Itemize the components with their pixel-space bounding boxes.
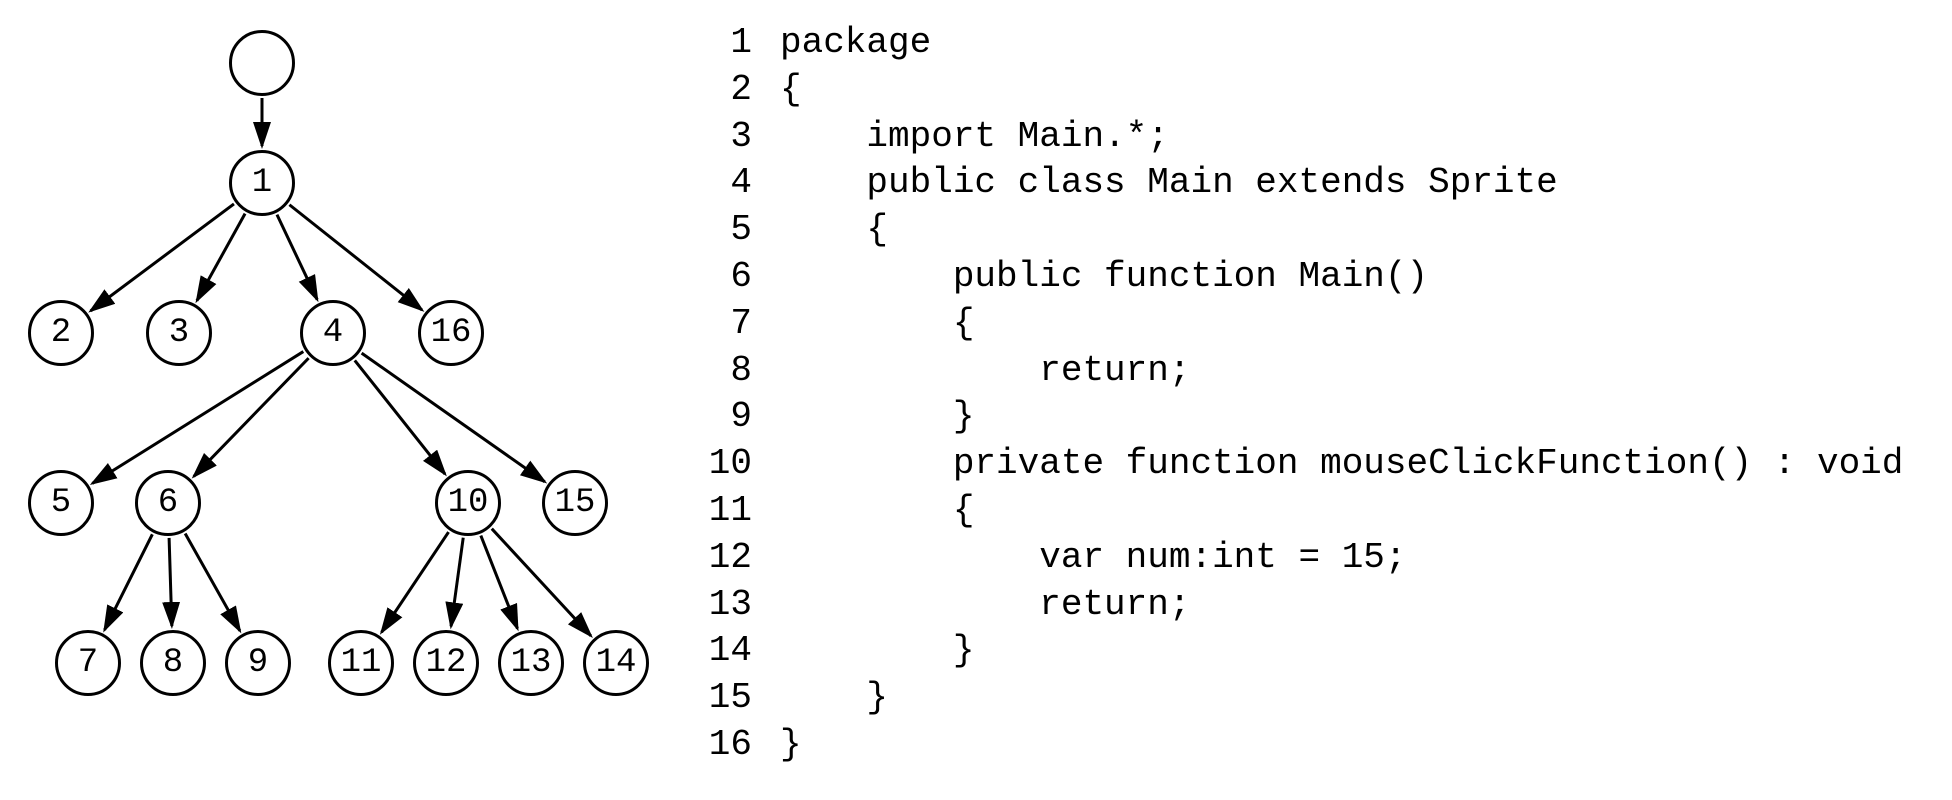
tree-node-n8: 8 xyxy=(140,630,206,696)
line-number: 11 xyxy=(690,488,780,535)
code-text: { xyxy=(780,488,974,535)
line-number: 10 xyxy=(690,441,780,488)
code-line: 12 var num:int = 15; xyxy=(690,535,1942,582)
line-number: 8 xyxy=(690,348,780,395)
tree-node-n2: 2 xyxy=(28,300,94,366)
tree-node-root xyxy=(229,30,295,96)
code-text: package xyxy=(780,20,931,67)
tree-node-n4: 4 xyxy=(300,300,366,366)
tree-node-n6: 6 xyxy=(135,470,201,536)
code-line: 4 public class Main extends Sprite xyxy=(690,160,1942,207)
tree-node-n12: 12 xyxy=(413,630,479,696)
line-number: 7 xyxy=(690,301,780,348)
code-text: public class Main extends Sprite xyxy=(780,160,1558,207)
tree-node-n10: 10 xyxy=(435,470,501,536)
tree-node-n13: 13 xyxy=(498,630,564,696)
code-text: { xyxy=(780,67,802,114)
tree-edge xyxy=(362,353,545,482)
tree-edge xyxy=(355,360,445,474)
code-text: var num:int = 15; xyxy=(780,535,1407,582)
tree-edge xyxy=(277,215,317,300)
code-text: { xyxy=(780,301,974,348)
tree-edge xyxy=(91,204,234,311)
code-text: return; xyxy=(780,348,1190,395)
tree-node-n9: 9 xyxy=(225,630,291,696)
code-text: public function Main() xyxy=(780,254,1428,301)
code-line: 10 private function mouseClickFunction()… xyxy=(690,441,1942,488)
code-line: 7 { xyxy=(690,301,1942,348)
tree-edge xyxy=(185,534,240,631)
line-number: 16 xyxy=(690,722,780,769)
tree-node-n15: 15 xyxy=(542,470,608,536)
tree-node-n3: 3 xyxy=(146,300,212,366)
code-text: } xyxy=(780,675,888,722)
code-text: } xyxy=(780,722,802,769)
code-text: import Main.*; xyxy=(780,114,1169,161)
tree-edge xyxy=(105,534,153,630)
line-number: 9 xyxy=(690,394,780,441)
tree-edge xyxy=(451,538,463,627)
code-text: return; xyxy=(780,582,1190,629)
tree-edge xyxy=(289,205,422,310)
code-line: 1package xyxy=(690,20,1942,67)
tree-edge xyxy=(492,529,591,636)
code-line: 6 public function Main() xyxy=(690,254,1942,301)
tree-edge xyxy=(169,538,172,626)
code-line: 13 return; xyxy=(690,582,1942,629)
line-number: 14 xyxy=(690,628,780,675)
line-number: 12 xyxy=(690,535,780,582)
line-number: 3 xyxy=(690,114,780,161)
code-line: 14 } xyxy=(690,628,1942,675)
code-text: private function mouseClickFunction() : … xyxy=(780,441,1903,488)
tree-node-n7: 7 xyxy=(55,630,121,696)
code-text: } xyxy=(780,394,974,441)
tree-edge xyxy=(92,352,303,484)
code-text: } xyxy=(780,628,974,675)
line-number: 2 xyxy=(690,67,780,114)
tree-node-n1: 1 xyxy=(229,150,295,216)
tree-diagram: 12341656101578911121314 xyxy=(0,0,680,800)
line-number: 1 xyxy=(690,20,780,67)
tree-edge xyxy=(382,532,449,632)
code-line: 16} xyxy=(690,722,1942,769)
code-line: 8 return; xyxy=(690,348,1942,395)
line-number: 5 xyxy=(690,207,780,254)
code-line: 5 { xyxy=(690,207,1942,254)
line-number: 4 xyxy=(690,160,780,207)
tree-edge xyxy=(194,358,309,476)
line-number: 15 xyxy=(690,675,780,722)
line-number: 13 xyxy=(690,582,780,629)
tree-node-n11: 11 xyxy=(328,630,394,696)
tree-node-n16: 16 xyxy=(418,300,484,366)
code-line: 11 { xyxy=(690,488,1942,535)
code-line: 15 } xyxy=(690,675,1942,722)
code-text: { xyxy=(780,207,888,254)
tree-node-n14: 14 xyxy=(583,630,649,696)
code-listing: 1package2{3 import Main.*;4 public class… xyxy=(680,0,1952,789)
code-line: 2{ xyxy=(690,67,1942,114)
code-line: 3 import Main.*; xyxy=(690,114,1942,161)
tree-node-n5: 5 xyxy=(28,470,94,536)
code-line: 9 } xyxy=(690,394,1942,441)
line-number: 6 xyxy=(690,254,780,301)
